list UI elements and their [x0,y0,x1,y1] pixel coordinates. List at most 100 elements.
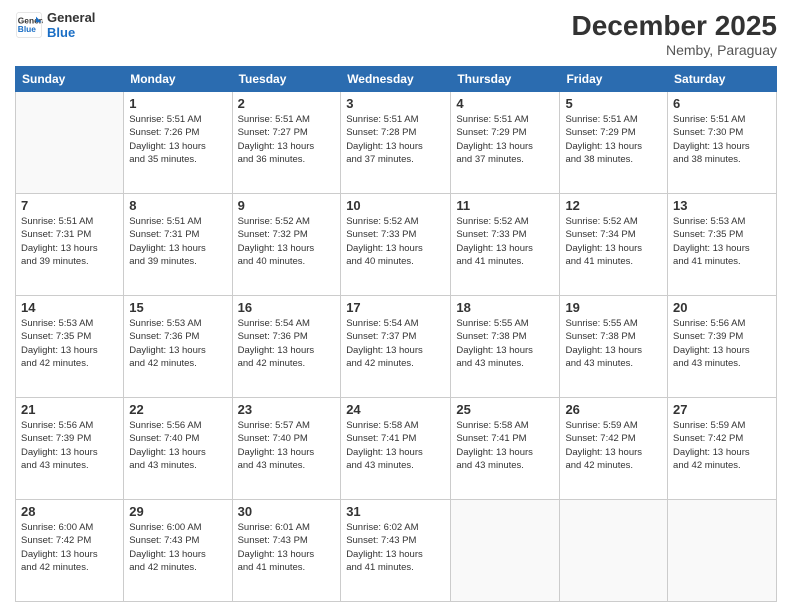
calendar-cell: 30 Sunrise: 6:01 AM Sunset: 7:43 PM Dayli… [232,500,341,602]
day-number: 23 [238,402,336,417]
day-info: Sunrise: 5:55 AM Sunset: 7:38 PM Dayligh… [565,317,662,370]
day-info: Sunrise: 5:57 AM Sunset: 7:40 PM Dayligh… [238,419,336,472]
day-info: Sunrise: 5:51 AM Sunset: 7:29 PM Dayligh… [456,113,554,166]
day-number: 13 [673,198,771,213]
day-info: Sunrise: 5:51 AM Sunset: 7:27 PM Dayligh… [238,113,336,166]
logo-icon: General Blue [15,11,43,39]
day-number: 16 [238,300,336,315]
day-number: 31 [346,504,445,519]
day-info: Sunrise: 5:52 AM Sunset: 7:33 PM Dayligh… [456,215,554,268]
day-info: Sunrise: 6:01 AM Sunset: 7:43 PM Dayligh… [238,521,336,574]
calendar-cell: 29 Sunrise: 6:00 AM Sunset: 7:43 PM Dayli… [124,500,232,602]
day-number: 11 [456,198,554,213]
calendar-header-sunday: Sunday [16,67,124,92]
calendar-cell: 27Sunrise: 5:59 AM Sunset: 7:42 PM Dayli… [668,398,777,500]
calendar-table: SundayMondayTuesdayWednesdayThursdayFrid… [15,66,777,602]
day-number: 25 [456,402,554,417]
calendar-cell: 2 Sunrise: 5:51 AM Sunset: 7:27 PM Daylig… [232,92,341,194]
calendar-cell: 18 Sunrise: 5:55 AM Sunset: 7:38 PM Dayli… [451,296,560,398]
day-info: Sunrise: 5:59 AM Sunset: 7:42 PM Dayligh… [673,419,771,472]
day-number: 7 [21,198,118,213]
calendar-cell [451,500,560,602]
day-info: Sunrise: 6:02 AM Sunset: 7:43 PM Dayligh… [346,521,445,574]
day-info: Sunrise: 5:51 AM Sunset: 7:26 PM Dayligh… [129,113,226,166]
day-info: Sunrise: 5:59 AM Sunset: 7:42 PM Dayligh… [565,419,662,472]
calendar-cell [668,500,777,602]
logo-text: General Blue [47,10,95,40]
day-info: Sunrise: 5:52 AM Sunset: 7:33 PM Dayligh… [346,215,445,268]
day-info: Sunrise: 6:00 AM Sunset: 7:42 PM Dayligh… [21,521,118,574]
calendar-cell: 10 Sunrise: 5:52 AM Sunset: 7:33 PM Dayli… [341,194,451,296]
day-number: 5 [565,96,662,111]
day-info: Sunrise: 6:00 AM Sunset: 7:43 PM Dayligh… [129,521,226,574]
day-number: 18 [456,300,554,315]
calendar-cell: 22 Sunrise: 5:56 AM Sunset: 7:40 PM Dayli… [124,398,232,500]
calendar-cell: 31 Sunrise: 6:02 AM Sunset: 7:43 PM Dayli… [341,500,451,602]
calendar-cell: 15 Sunrise: 5:53 AM Sunset: 7:36 PM Dayli… [124,296,232,398]
day-number: 30 [238,504,336,519]
day-number: 24 [346,402,445,417]
day-info: Sunrise: 5:56 AM Sunset: 7:40 PM Dayligh… [129,419,226,472]
day-info: Sunrise: 5:54 AM Sunset: 7:37 PM Dayligh… [346,317,445,370]
page: General Blue General Blue December 2025 … [0,0,792,612]
calendar-header-wednesday: Wednesday [341,67,451,92]
day-number: 26 [565,402,662,417]
calendar-cell: 3 Sunrise: 5:51 AM Sunset: 7:28 PM Daylig… [341,92,451,194]
calendar-cell: 16Sunrise: 5:54 AM Sunset: 7:36 PM Dayli… [232,296,341,398]
day-number: 19 [565,300,662,315]
calendar-cell: 9Sunrise: 5:52 AM Sunset: 7:32 PM Daylig… [232,194,341,296]
calendar-cell: 8Sunrise: 5:51 AM Sunset: 7:31 PM Daylig… [124,194,232,296]
day-number: 2 [238,96,336,111]
calendar-cell: 12 Sunrise: 5:52 AM Sunset: 7:34 PM Dayli… [560,194,668,296]
day-number: 9 [238,198,336,213]
logo-line1: General [47,10,95,25]
calendar-cell: 7 Sunrise: 5:51 AM Sunset: 7:31 PM Daylig… [16,194,124,296]
day-number: 10 [346,198,445,213]
logo: General Blue General Blue [15,10,95,40]
day-info: Sunrise: 5:55 AM Sunset: 7:38 PM Dayligh… [456,317,554,370]
month-year: December 2025 [572,10,777,42]
calendar-cell: 6 Sunrise: 5:51 AM Sunset: 7:30 PM Daylig… [668,92,777,194]
svg-text:Blue: Blue [18,24,36,34]
calendar-cell: 19 Sunrise: 5:55 AM Sunset: 7:38 PM Dayli… [560,296,668,398]
day-info: Sunrise: 5:51 AM Sunset: 7:30 PM Dayligh… [673,113,771,166]
day-info: Sunrise: 5:56 AM Sunset: 7:39 PM Dayligh… [673,317,771,370]
calendar-cell: 28Sunrise: 6:00 AM Sunset: 7:42 PM Dayli… [16,500,124,602]
calendar-cell: 5 Sunrise: 5:51 AM Sunset: 7:29 PM Daylig… [560,92,668,194]
day-info: Sunrise: 5:51 AM Sunset: 7:29 PM Dayligh… [565,113,662,166]
calendar-week-3: 14Sunrise: 5:53 AM Sunset: 7:35 PM Dayli… [16,296,777,398]
calendar-cell: 11 Sunrise: 5:52 AM Sunset: 7:33 PM Dayli… [451,194,560,296]
calendar-cell [560,500,668,602]
calendar-cell [16,92,124,194]
day-number: 14 [21,300,118,315]
day-number: 3 [346,96,445,111]
calendar-week-1: 1 Sunrise: 5:51 AM Sunset: 7:26 PM Daylig… [16,92,777,194]
calendar-cell: 13Sunrise: 5:53 AM Sunset: 7:35 PM Dayli… [668,194,777,296]
day-info: Sunrise: 5:51 AM Sunset: 7:31 PM Dayligh… [21,215,118,268]
day-info: Sunrise: 5:53 AM Sunset: 7:36 PM Dayligh… [129,317,226,370]
calendar-cell: 20 Sunrise: 5:56 AM Sunset: 7:39 PM Dayli… [668,296,777,398]
calendar-header-tuesday: Tuesday [232,67,341,92]
day-number: 4 [456,96,554,111]
calendar-header-friday: Friday [560,67,668,92]
day-info: Sunrise: 5:51 AM Sunset: 7:28 PM Dayligh… [346,113,445,166]
location: Nemby, Paraguay [572,42,777,58]
day-info: Sunrise: 5:52 AM Sunset: 7:34 PM Dayligh… [565,215,662,268]
day-number: 22 [129,402,226,417]
calendar-cell: 24Sunrise: 5:58 AM Sunset: 7:41 PM Dayli… [341,398,451,500]
calendar-cell: 23 Sunrise: 5:57 AM Sunset: 7:40 PM Dayli… [232,398,341,500]
day-number: 15 [129,300,226,315]
day-number: 20 [673,300,771,315]
calendar-cell: 21Sunrise: 5:56 AM Sunset: 7:39 PM Dayli… [16,398,124,500]
day-number: 21 [21,402,118,417]
day-number: 6 [673,96,771,111]
day-number: 29 [129,504,226,519]
day-number: 1 [129,96,226,111]
day-number: 12 [565,198,662,213]
calendar-header-thursday: Thursday [451,67,560,92]
calendar-cell: 14Sunrise: 5:53 AM Sunset: 7:35 PM Dayli… [16,296,124,398]
day-info: Sunrise: 5:58 AM Sunset: 7:41 PM Dayligh… [456,419,554,472]
calendar-week-4: 21Sunrise: 5:56 AM Sunset: 7:39 PM Dayli… [16,398,777,500]
title-section: December 2025 Nemby, Paraguay [572,10,777,58]
calendar-header-monday: Monday [124,67,232,92]
